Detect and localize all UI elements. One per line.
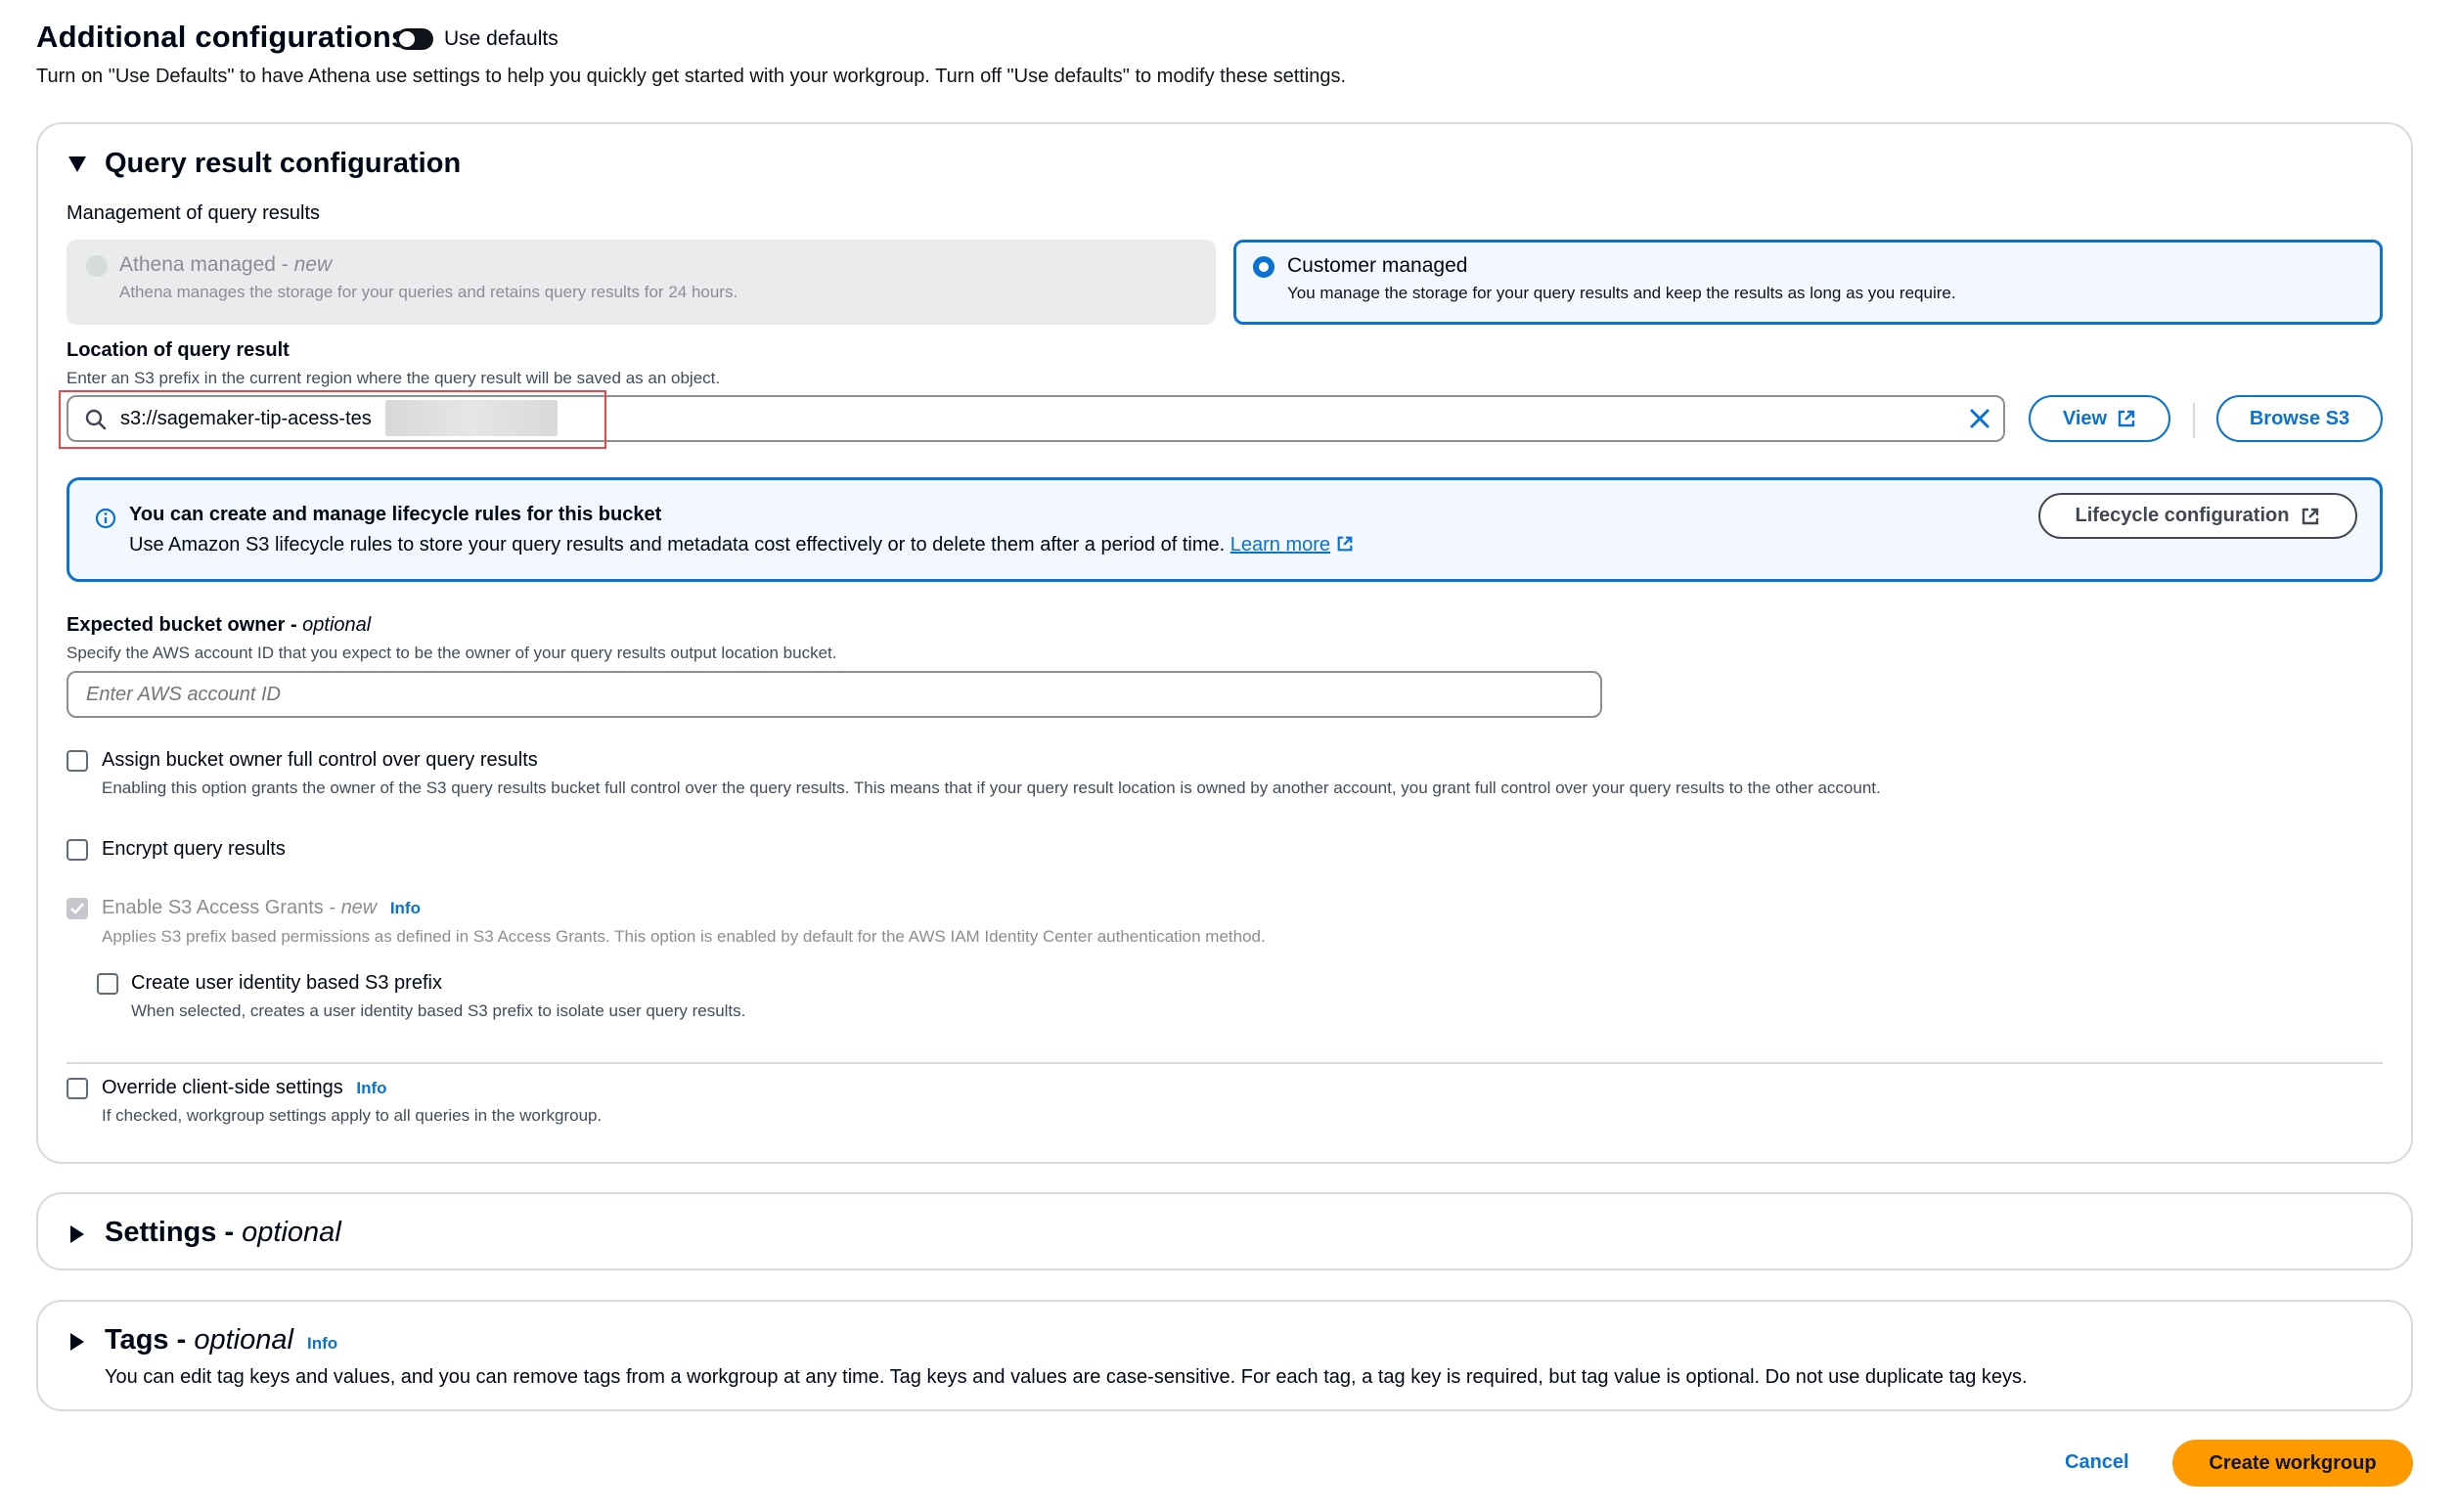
toggle-knob	[399, 31, 415, 47]
access-grants-info-link[interactable]: Info	[390, 899, 421, 917]
override-checkbox[interactable]	[67, 1078, 88, 1099]
location-label: Location of query result	[67, 339, 290, 361]
new-tag: new	[293, 253, 333, 276]
optional-tag: optional	[302, 614, 372, 636]
optional-tag: optional	[242, 1217, 341, 1248]
expand-caret-icon[interactable]	[70, 1333, 84, 1351]
header-description: Turn on "Use Defaults" to have Athena us…	[36, 66, 1347, 87]
override-description: If checked, workgroup settings apply to …	[102, 1106, 603, 1125]
external-link-icon	[2301, 507, 2320, 526]
identity-prefix-checkbox[interactable]	[97, 973, 118, 995]
location-description: Enter an S3 prefix in the current region…	[67, 369, 721, 387]
customer-managed-option[interactable]: Customer managed You manage the storage …	[1233, 240, 2383, 325]
customer-managed-radio[interactable]	[1253, 256, 1274, 278]
tags-info-link[interactable]: Info	[307, 1334, 337, 1353]
expand-caret-icon[interactable]	[68, 156, 86, 172]
new-tag: new	[340, 897, 378, 918]
full-control-label: Assign bucket owner full control over qu…	[102, 749, 538, 771]
athena-managed-radio	[86, 255, 108, 277]
identity-prefix-label: Create user identity based S3 prefix	[131, 972, 442, 994]
highlight-box	[59, 390, 606, 449]
clear-input-icon[interactable]	[1968, 407, 1991, 430]
page-title: Additional configurations	[36, 20, 409, 54]
external-link-icon	[1336, 535, 1354, 553]
override-label: Override client-side settings	[102, 1077, 343, 1098]
optional-tag: optional	[194, 1324, 293, 1356]
lifecycle-configuration-label: Lifecycle configuration	[2075, 505, 2290, 526]
section-divider	[67, 1062, 2383, 1064]
tags-description: You can edit tag keys and values, and yo…	[105, 1366, 2028, 1388]
cancel-button[interactable]: Cancel	[2065, 1451, 2129, 1474]
encrypt-checkbox[interactable]	[67, 839, 88, 861]
use-defaults-label: Use defaults	[444, 27, 559, 50]
override-info-link[interactable]: Info	[356, 1079, 386, 1097]
bucket-owner-description: Specify the AWS account ID that you expe…	[67, 644, 837, 662]
bucket-owner-label: Expected bucket owner -	[67, 614, 303, 636]
settings-panel[interactable]	[36, 1192, 2413, 1270]
button-divider	[2193, 403, 2195, 438]
tags-title[interactable]: Tags -	[105, 1324, 194, 1356]
aws-account-id-input[interactable]	[67, 671, 1602, 718]
view-button[interactable]: View	[2029, 395, 2170, 442]
tags-panel	[36, 1300, 2413, 1411]
use-defaults-toggle[interactable]	[396, 28, 433, 50]
info-icon	[95, 508, 116, 529]
encrypt-label: Encrypt query results	[102, 838, 286, 860]
athena-managed-description: Athena manages the storage for your quer…	[119, 283, 738, 301]
lifecycle-info-alert: You can create and manage lifecycle rule…	[67, 477, 2383, 582]
customer-managed-description: You manage the storage for your query re…	[1287, 284, 1956, 302]
section-title-query-result[interactable]: Query result configuration	[105, 148, 461, 180]
settings-title[interactable]: Settings -	[105, 1217, 242, 1248]
learn-more-link[interactable]: Learn more	[1230, 534, 1330, 556]
lifecycle-configuration-button[interactable]: Lifecycle configuration	[2038, 493, 2357, 539]
access-grants-description: Applies S3 prefix based permissions as d…	[102, 927, 1266, 946]
access-grants-checkbox	[67, 898, 88, 919]
athena-managed-option: Athena managed - new Athena manages the …	[67, 240, 1216, 325]
athena-managed-label: Athena managed -	[119, 253, 294, 276]
create-workgroup-button[interactable]: Create workgroup	[2172, 1440, 2413, 1487]
full-control-checkbox[interactable]	[67, 750, 88, 772]
external-link-icon	[2117, 409, 2136, 428]
access-grants-label: Enable S3 Access Grants -	[102, 897, 341, 918]
customer-managed-label: Customer managed	[1287, 254, 1468, 277]
full-control-description: Enabling this option grants the owner of…	[102, 778, 1881, 797]
browse-s3-button[interactable]: Browse S3	[2216, 395, 2383, 442]
view-button-label: View	[2062, 407, 2108, 429]
browse-s3-label: Browse S3	[2249, 407, 2350, 429]
management-label: Management of query results	[67, 202, 321, 224]
alert-body: Use Amazon S3 lifecycle rules to store y…	[129, 534, 1226, 556]
expand-caret-icon[interactable]	[70, 1225, 84, 1243]
alert-title: You can create and manage lifecycle rule…	[129, 504, 662, 525]
identity-prefix-description: When selected, creates a user identity b…	[131, 1001, 746, 1020]
